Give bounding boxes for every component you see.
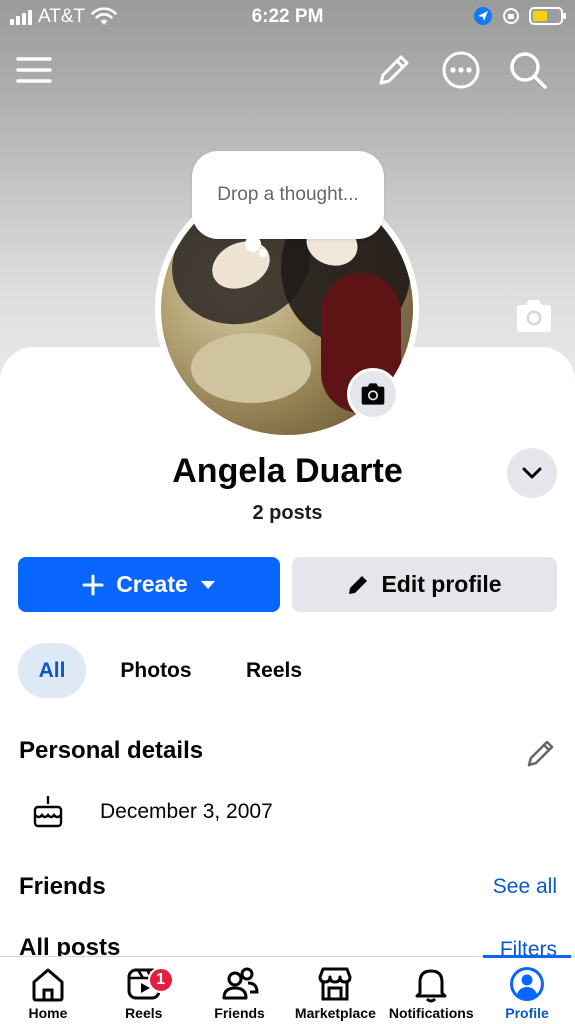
nav-home-label: Home xyxy=(28,1005,68,1021)
tab-photos[interactable]: Photos xyxy=(104,643,208,698)
tab-all-label: All xyxy=(38,658,66,682)
battery-icon xyxy=(529,7,566,25)
menu-icon[interactable] xyxy=(14,50,54,90)
tab-photos-label: Photos xyxy=(120,658,192,682)
posts-count: 2 posts xyxy=(252,502,323,524)
profile-name: Angela Duarte xyxy=(172,452,403,490)
personal-details-title: Personal details xyxy=(19,737,204,764)
search-icon[interactable] xyxy=(508,50,548,90)
nav-reels-label: Reels xyxy=(125,1005,163,1021)
nav-profile-label: Profile xyxy=(505,1005,549,1021)
pencil-icon[interactable] xyxy=(374,50,414,90)
profile-icon xyxy=(510,967,545,1001)
bell-icon xyxy=(415,969,447,1003)
nav-reels[interactable]: 1 Reels xyxy=(96,957,192,1024)
profile-switch-button[interactable] xyxy=(507,448,557,498)
more-icon[interactable] xyxy=(441,50,481,90)
edit-profile-label: Edit profile xyxy=(381,571,502,597)
friends-title: Friends xyxy=(19,873,106,900)
nav-notifications-label: Notifications xyxy=(388,1005,474,1021)
orientation-lock-icon xyxy=(503,8,519,24)
nav-marketplace-label: Marketplace xyxy=(294,1005,376,1021)
thought-placeholder: Drop a thought... xyxy=(217,184,359,205)
cover-camera-icon[interactable] xyxy=(514,298,554,334)
chevron-down-icon xyxy=(522,467,542,479)
edit-details-icon[interactable] xyxy=(524,736,558,770)
cake-icon xyxy=(33,795,63,828)
profile-camera-button[interactable] xyxy=(347,368,399,420)
status-indicators xyxy=(473,6,566,26)
see-all-friends-link[interactable]: See all xyxy=(493,875,557,899)
thought-bubble-dot xyxy=(245,236,261,252)
nav-home[interactable]: Home xyxy=(0,957,96,1024)
active-tab-indicator xyxy=(483,955,571,958)
thought-bubble[interactable]: Drop a thought... xyxy=(192,151,384,239)
nav-friends-label: Friends xyxy=(214,1005,265,1021)
marketplace-icon xyxy=(318,967,352,1001)
bottom-nav: Home 1 Reels Friends Marketplace Notific… xyxy=(0,956,575,1024)
nav-friends[interactable]: Friends xyxy=(192,957,288,1024)
caret-down-icon xyxy=(200,580,215,589)
nav-profile[interactable]: Profile xyxy=(479,957,575,1024)
plus-icon xyxy=(82,574,104,595)
pencil-icon xyxy=(349,575,368,594)
tab-reels[interactable]: Reels xyxy=(230,643,318,698)
home-icon xyxy=(32,968,64,1002)
location-icon xyxy=(474,7,492,25)
thought-bubble-dot-small xyxy=(259,249,267,257)
create-button[interactable]: Create xyxy=(18,557,280,612)
camera-icon xyxy=(361,383,385,405)
nav-marketplace[interactable]: Marketplace xyxy=(287,957,383,1024)
tab-all[interactable]: All xyxy=(18,643,86,698)
reels-badge: 1 xyxy=(147,967,174,993)
status-bar: AT&T 6:22 PM xyxy=(0,0,575,34)
tab-reels-label: Reels xyxy=(245,658,303,682)
birthday-text: December 3, 2007 xyxy=(100,800,273,823)
friends-icon xyxy=(222,967,259,1000)
create-label: Create xyxy=(116,571,188,597)
edit-profile-button[interactable]: Edit profile xyxy=(292,557,557,612)
nav-notifications[interactable]: Notifications xyxy=(383,957,479,1024)
birthday-row: December 3, 2007 xyxy=(30,794,273,830)
